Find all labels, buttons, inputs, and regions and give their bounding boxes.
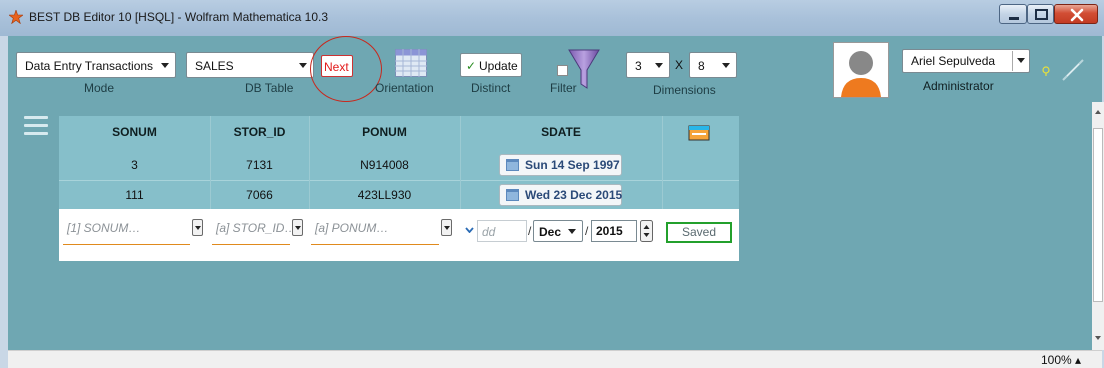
- calendar-icon: [506, 159, 519, 171]
- scroll-thumb[interactable]: [1093, 128, 1103, 302]
- ponum-placeholder: [a] PONUM…: [315, 221, 389, 235]
- rows-select[interactable]: 3: [626, 52, 670, 78]
- year-input[interactable]: 2015: [591, 220, 637, 242]
- cols-select[interactable]: 8: [689, 52, 737, 78]
- cell-sonum[interactable]: 111: [59, 180, 210, 210]
- chevron-down-icon: [161, 63, 169, 68]
- scroll-down-icon[interactable]: [1094, 334, 1102, 342]
- db-table-value: SALES: [195, 59, 234, 73]
- check-icon: ✓: [466, 59, 477, 73]
- dimensions-label: Dimensions: [653, 83, 716, 97]
- column-header-stor-id[interactable]: STOR_ID: [210, 116, 309, 149]
- calendar-icon: [506, 189, 519, 201]
- stor-id-input[interactable]: [a] STOR_ID…: [212, 217, 296, 245]
- cell-stor-id[interactable]: 7066: [210, 180, 309, 210]
- close-button[interactable]: [1054, 4, 1098, 24]
- column-header-sonum[interactable]: SONUM: [59, 116, 210, 149]
- ponum-dropdown[interactable]: [441, 219, 452, 236]
- day-input[interactable]: dd: [477, 220, 527, 242]
- column-header-ponum[interactable]: PONUM: [309, 116, 460, 149]
- entry-row: [1] SONUM… [a] STOR_ID… [a] PONUM… dd / …: [59, 209, 739, 261]
- dimensions-x: X: [675, 58, 684, 72]
- date-separator: /: [585, 224, 589, 238]
- year-value: 2015: [596, 224, 623, 238]
- status-bar: 100% ▴: [8, 350, 1102, 368]
- zoom-value: 100%: [1041, 353, 1072, 367]
- title-bar: BEST DB Editor 10 [HSQL] - Wolfram Mathe…: [0, 0, 1104, 36]
- pen-icon[interactable]: [1061, 58, 1085, 82]
- day-placeholder: dd: [482, 225, 496, 239]
- date-button[interactable]: Sun 14 Sep 1997: [499, 154, 622, 176]
- zoom-level[interactable]: 100% ▴: [1041, 353, 1081, 367]
- window-title: BEST DB Editor 10 [HSQL] - Wolfram Mathe…: [29, 10, 329, 24]
- date-value: Wed 23 Dec 2015: [525, 188, 623, 202]
- mode-value: Data Entry Transactions: [25, 59, 154, 73]
- maximize-icon: [1035, 9, 1048, 20]
- mathematica-star-icon: [9, 10, 23, 24]
- orientation-table-icon[interactable]: [395, 49, 427, 77]
- chevron-down-icon: [1017, 58, 1025, 63]
- chevron-down-icon: [722, 63, 730, 68]
- chevron-down-icon: [655, 63, 663, 68]
- mode-select[interactable]: Data Entry Transactions: [16, 52, 176, 78]
- cell-stor-id[interactable]: 7131: [210, 150, 309, 180]
- user-role: Administrator: [923, 79, 994, 93]
- filter-label: Filter: [550, 81, 577, 95]
- cell-ponum[interactable]: N914008: [309, 150, 460, 180]
- sonum-placeholder: [1] SONUM…: [67, 221, 141, 235]
- distinct-label: Distinct: [471, 81, 511, 95]
- db-table-label: DB Table: [245, 81, 294, 95]
- close-icon: [1070, 8, 1084, 22]
- update-button[interactable]: ✓ Update: [460, 53, 522, 77]
- scroll-up-icon[interactable]: [1094, 108, 1102, 116]
- date-value: Sun 14 Sep 1997: [525, 158, 620, 172]
- minimize-icon: [1009, 17, 1019, 20]
- rows-value: 3: [635, 59, 642, 73]
- next-button[interactable]: Next: [321, 55, 353, 77]
- stor-id-dropdown[interactable]: [292, 219, 303, 236]
- toolbar: Data Entry Transactions Mode SALES DB Ta…: [8, 36, 1102, 102]
- cell-ponum[interactable]: 423LL930: [309, 180, 460, 210]
- main-content: SONUM STOR_ID PONUM SDATE 3 7131 N914008…: [8, 102, 1092, 350]
- app-window: BEST DB Editor 10 [HSQL] - Wolfram Mathe…: [0, 0, 1104, 368]
- month-select[interactable]: Dec: [533, 220, 583, 242]
- ponum-input[interactable]: [a] PONUM…: [311, 217, 439, 245]
- maximize-button[interactable]: [1027, 4, 1054, 24]
- data-grid: SONUM STOR_ID PONUM SDATE 3 7131 N914008…: [59, 116, 739, 261]
- db-table-select[interactable]: SALES: [186, 52, 314, 78]
- minimize-button[interactable]: [999, 4, 1027, 24]
- date-separator: /: [528, 224, 532, 238]
- bulb-icon[interactable]: [1041, 66, 1051, 76]
- stor-id-placeholder: [a] STOR_ID…: [216, 221, 297, 235]
- column-header-sdate[interactable]: SDATE: [460, 116, 662, 149]
- month-value: Dec: [539, 225, 562, 239]
- distinct-checkbox[interactable]: [557, 65, 568, 76]
- menu-icon[interactable]: [24, 116, 48, 138]
- orientation-label: Orientation: [375, 81, 434, 95]
- year-spinner-icon[interactable]: [640, 220, 653, 242]
- vertical-scrollbar[interactable]: [1092, 102, 1104, 350]
- chevron-down-icon: [568, 229, 576, 234]
- cell-sonum[interactable]: 3: [59, 150, 210, 180]
- next-label: Next: [324, 60, 349, 74]
- cols-value: 8: [698, 59, 705, 73]
- date-button[interactable]: Wed 23 Dec 2015: [499, 184, 622, 206]
- mode-label: Mode: [84, 81, 115, 95]
- saved-button[interactable]: Saved: [666, 222, 732, 243]
- chevron-down-icon[interactable]: [465, 227, 474, 233]
- user-select[interactable]: Ariel Sepulveda: [902, 49, 1030, 73]
- sonum-dropdown[interactable]: [192, 219, 203, 236]
- user-name: Ariel Sepulveda: [911, 54, 996, 68]
- column-settings-icon[interactable]: [688, 125, 710, 141]
- chevron-down-icon: [299, 63, 307, 68]
- sonum-input[interactable]: [1] SONUM…: [63, 217, 190, 245]
- update-label: Update: [479, 59, 518, 73]
- avatar[interactable]: [833, 42, 889, 98]
